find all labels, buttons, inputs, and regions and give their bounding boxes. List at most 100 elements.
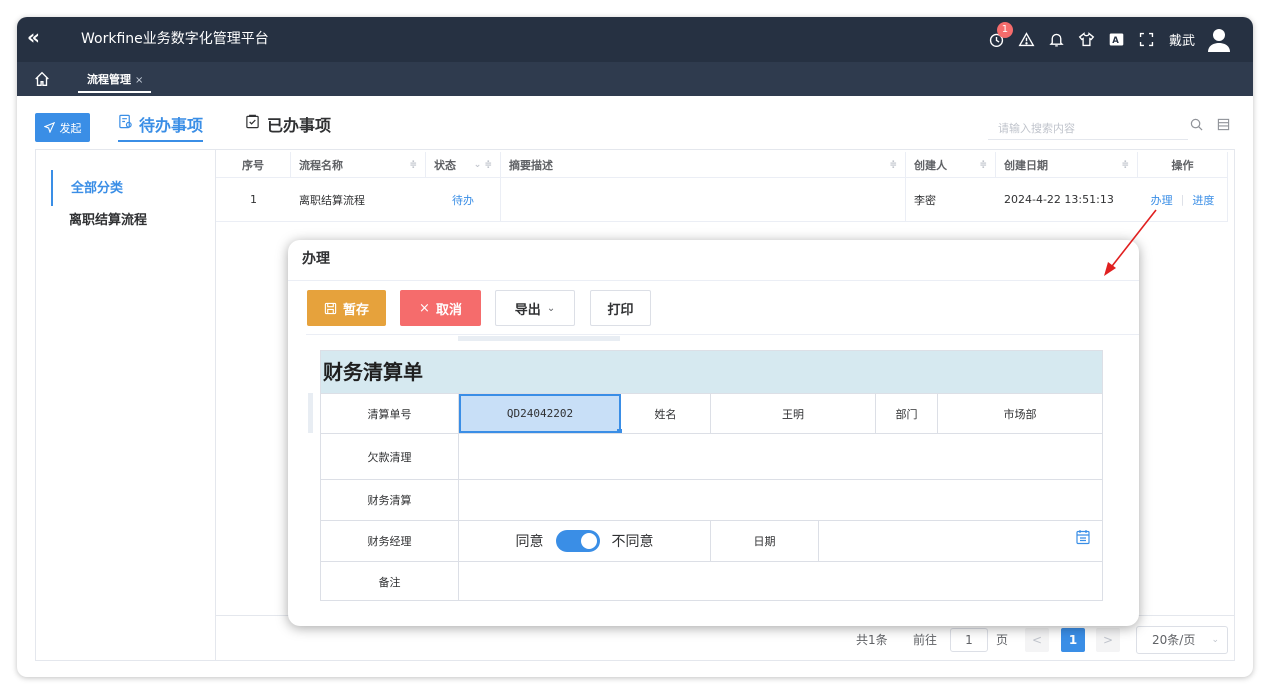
row-name: 离职结算流程 [299, 193, 365, 207]
label-date: 日期 [711, 521, 819, 561]
col-date[interactable]: 创建日期 ≑ [996, 152, 1138, 177]
top-bar: « Workfine业务数字化管理平台 1 A 戴武 [17, 17, 1253, 62]
start-button-label: 发起 [59, 121, 82, 135]
toolbar-divider [306, 334, 1139, 335]
progress-link[interactable]: 进度 [1192, 192, 1214, 208]
svg-text:A: A [1113, 36, 1120, 46]
notification-count-badge: 1 [996, 21, 1013, 38]
cancel-button[interactable]: × 取消 [400, 290, 481, 326]
order-no-cell[interactable]: QD24042202 [459, 394, 622, 434]
row-status: 待办 [426, 178, 501, 221]
print-button[interactable]: 打印 [590, 290, 651, 326]
warning-icon[interactable] [1017, 30, 1037, 50]
tab-done-label: 已办事项 [267, 116, 332, 135]
save-draft-button[interactable]: 暂存 [307, 290, 386, 326]
page-jump-input[interactable]: 1 [950, 628, 988, 652]
tab-done[interactable]: 已办事项 [245, 112, 331, 136]
label-name: 姓名 [621, 394, 711, 433]
debt-cell[interactable] [459, 434, 1102, 479]
app-title: Workfine业务数字化管理平台 [81, 31, 269, 47]
prev-page-button[interactable]: < [1025, 628, 1049, 652]
collapse-sidebar-icon[interactable]: « [27, 26, 40, 48]
horizontal-scroll-indicator[interactable] [458, 336, 620, 341]
col-status[interactable]: 状态 ⌄ ≑ [426, 152, 501, 177]
save-icon [324, 302, 337, 314]
nav-item-all-categories[interactable]: 全部分类 [51, 170, 123, 206]
list-view-icon[interactable] [1217, 118, 1230, 131]
col-summary[interactable]: 摘要描述 ≑ [501, 152, 906, 177]
home-icon[interactable] [33, 70, 51, 88]
row-date: 2024-4-22 13:51:13 [1004, 193, 1114, 206]
form-row-debt: 欠款清理 [321, 433, 1102, 479]
next-page-button[interactable]: > [1096, 628, 1120, 652]
form-row-manager: 财务经理 同意 不同意 日期 [321, 520, 1102, 561]
page-unit-label: 页 [996, 633, 1009, 647]
table-row[interactable]: 1 离职结算流程 待办 李密 2024-4-22 13:51:13 办理 | 进度 [216, 178, 1228, 222]
tab-todo[interactable]: 待办事项 [118, 112, 204, 142]
label-remark: 备注 [321, 562, 459, 601]
dialog-title: 办理 [302, 251, 330, 267]
form-title: 财务清算单 [321, 351, 1102, 393]
label-manager: 财务经理 [321, 521, 459, 561]
settlement-form: 财务清算单 清算单号 QD24042202 姓名 王明 部门 市场部 欠款清理 … [320, 350, 1103, 601]
row-actions: 办理 | 进度 [1138, 178, 1228, 221]
col-creator[interactable]: 创建人 ≑ [906, 152, 996, 177]
form-row-finance: 财务清算 [321, 479, 1102, 520]
fullscreen-icon[interactable] [1137, 30, 1157, 50]
dialog-divider [288, 280, 1139, 281]
clipboard-check-icon [246, 114, 259, 129]
goto-label: 前往 [913, 633, 938, 647]
handle-dialog: 办理 暂存 × 取消 导出 ⌄ 打印 财务清算单 清算单号 QD24042202… [288, 240, 1139, 626]
row-index: 1 [250, 193, 257, 206]
table-header: 序号 流程名称 ≑ 状态 ⌄ ≑ 摘要描述 ≑ 创建人 ≑ 创建日期 ≑ 操作 [216, 152, 1228, 178]
shirt-icon[interactable] [1077, 30, 1097, 50]
close-icon: × [419, 300, 430, 316]
bell-icon[interactable] [1047, 30, 1067, 50]
clock-icon[interactable]: 1 [987, 21, 1013, 50]
handle-link[interactable]: 办理 [1151, 192, 1173, 208]
agree-label: 同意 [515, 534, 544, 550]
chevron-down-icon: ⌄ [1211, 635, 1219, 645]
finance-cell[interactable] [459, 480, 1102, 520]
avatar[interactable] [1205, 26, 1233, 54]
page-size-select[interactable]: 20条/页 ⌄ [1136, 626, 1228, 654]
start-button[interactable]: 发起 [35, 113, 90, 142]
label-debt: 欠款清理 [321, 434, 459, 479]
form-row-remark: 备注 [321, 561, 1102, 601]
label-finance: 财务清算 [321, 480, 459, 520]
label-order-no: 清算单号 [321, 394, 459, 433]
document-icon [119, 114, 132, 129]
send-icon [43, 122, 55, 133]
export-dropdown[interactable]: 导出 ⌄ [495, 290, 575, 326]
username[interactable]: 戴武 [1169, 30, 1195, 49]
approval-toggle[interactable] [555, 530, 600, 552]
approval-switch-cell: 同意 不同意 [459, 521, 711, 561]
category-nav: 全部分类 离职结算流程 [36, 150, 216, 660]
top-icons: 1 A 戴武 [987, 17, 1233, 62]
page-1-button[interactable]: 1 [1061, 628, 1085, 652]
nav-item-resignation-process[interactable]: 离职结算流程 [51, 212, 147, 230]
search-icon[interactable] [1190, 118, 1203, 131]
name-cell[interactable]: 王明 [711, 394, 876, 433]
search-input[interactable]: 请输入搜索内容 [988, 116, 1188, 140]
remark-cell[interactable] [459, 562, 1102, 601]
dept-cell[interactable]: 市场部 [938, 394, 1102, 433]
date-picker-cell[interactable] [819, 521, 1102, 561]
tab-label: 流程管理 [87, 73, 131, 86]
label-dept: 部门 [876, 394, 938, 433]
col-name[interactable]: 流程名称 ≑ [291, 152, 426, 177]
total-count: 共1条 [856, 633, 888, 647]
row-creator: 李密 [914, 193, 936, 207]
tab-close-icon[interactable]: × [135, 75, 143, 86]
form-row-order: 清算单号 QD24042202 姓名 王明 部门 市场部 [321, 393, 1102, 434]
tab-process-management[interactable]: 流程管理 × [78, 71, 152, 93]
tab-bar: 流程管理 × [17, 62, 1253, 96]
row-summary [501, 178, 906, 221]
col-actions: 操作 [1138, 152, 1228, 177]
chevron-down-icon: ⌄ [546, 302, 556, 314]
calendar-icon[interactable] [1075, 529, 1091, 545]
tab-todo-label: 待办事项 [139, 116, 204, 135]
col-index: 序号 [216, 152, 291, 177]
toolbar: 发起 待办事项 已办事项 请输入搜索内容 [17, 96, 1253, 146]
font-size-icon[interactable]: A [1107, 30, 1127, 50]
